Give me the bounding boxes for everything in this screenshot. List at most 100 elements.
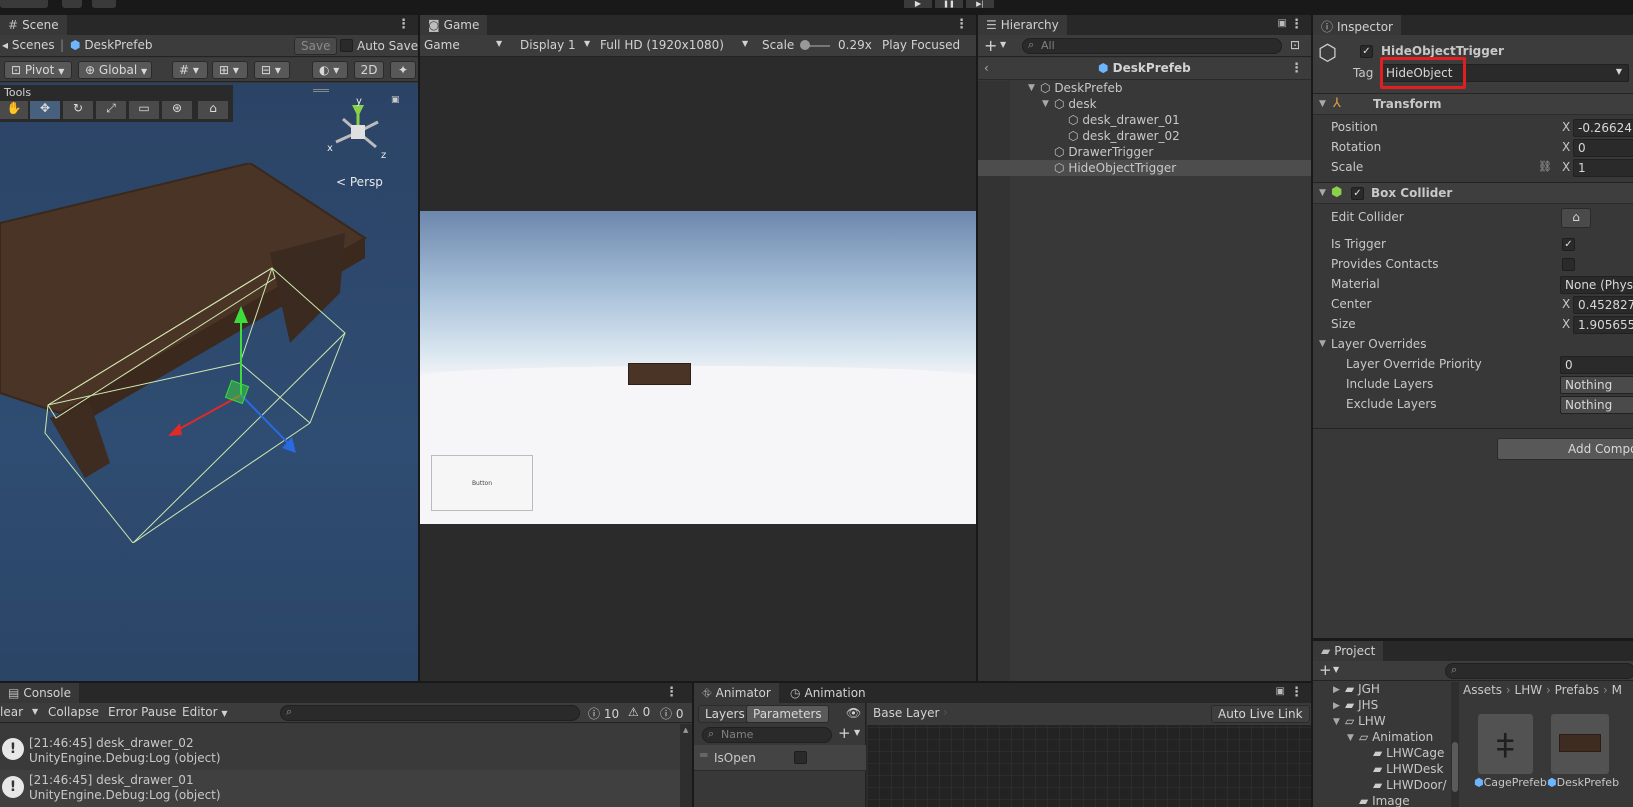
global-dropdown[interactable]: ⊕ Global ▼ bbox=[78, 61, 152, 79]
provides-contacts-checkbox[interactable] bbox=[1562, 258, 1575, 271]
scene-viewport[interactable]: Tools ✋ ✥ ↻ ⤢ ▭ ⊛ ⌂ y x z ▣ < Persp bbox=[0, 83, 418, 681]
tab-console[interactable]: ▤ Console bbox=[0, 683, 79, 703]
add-asset-button[interactable]: + bbox=[1319, 661, 1332, 679]
base-layer-breadcrumb[interactable]: Base Layer bbox=[873, 706, 940, 720]
object-active-checkbox[interactable]: ✓ bbox=[1360, 45, 1373, 58]
display-dropdown[interactable]: Display 1 bbox=[520, 38, 576, 52]
project-folder-lhwcage[interactable]: ▰ LHWCage bbox=[1313, 746, 1451, 762]
project-folder-lhwdesk[interactable]: ▰ LHWDesk bbox=[1313, 762, 1451, 778]
move-tool-button[interactable]: ✥ bbox=[30, 101, 60, 119]
box-collider-section-header[interactable]: ▼ ⬢ ✓ Box Collider bbox=[1313, 182, 1633, 204]
save-button[interactable]: Save bbox=[294, 37, 338, 55]
hierarchy-row-deskprefeb[interactable]: ▼ ⬡ DeskPrefeb bbox=[978, 80, 1311, 96]
hierarchy-row-desk[interactable]: ▼ ⬡ desk bbox=[978, 96, 1311, 112]
material-field[interactable]: None (Physic bbox=[1560, 276, 1633, 294]
project-folder-animation[interactable]: ▼ ▱ Animation bbox=[1313, 730, 1451, 746]
lock-icon[interactable]: ▣ bbox=[1278, 18, 1287, 29]
project-tree-scrollbar[interactable] bbox=[1451, 682, 1459, 807]
view-tool-button[interactable]: ✋ bbox=[0, 101, 28, 119]
cloud-button[interactable] bbox=[62, 0, 82, 8]
auto-live-link-button[interactable]: Auto Live Link bbox=[1211, 705, 1310, 723]
shading-dropdown[interactable]: ◐ ▾ bbox=[312, 61, 348, 79]
scene-menu-icon[interactable]: ⋮ bbox=[397, 17, 410, 32]
scale-slider-thumb[interactable] bbox=[800, 40, 810, 50]
desk-model[interactable] bbox=[0, 163, 418, 543]
project-folder-lhwdoor[interactable]: ▰ LHWDoor/ bbox=[1313, 778, 1451, 794]
console-scrollbar[interactable]: ▲ bbox=[680, 724, 692, 807]
add-parameter-button[interactable]: + bbox=[838, 724, 851, 742]
overlay-handle[interactable] bbox=[313, 89, 329, 92]
position-x-field[interactable]: -0.26624 bbox=[1573, 119, 1633, 137]
header-menu-icon[interactable]: ⋮ bbox=[1290, 61, 1303, 76]
size-x-field[interactable]: 1.905655 bbox=[1573, 316, 1633, 334]
add-object-button[interactable]: + bbox=[984, 36, 997, 55]
project-folder-image[interactable]: ▰ Image bbox=[1313, 794, 1451, 807]
expand-arrow-icon[interactable]: ▼ bbox=[1319, 339, 1326, 349]
play-focused-dropdown[interactable]: Play Focused bbox=[882, 38, 960, 52]
transform-tool-button[interactable]: ⊛ bbox=[162, 101, 192, 119]
log-entry[interactable]: ! [21:46:45] desk_drawer_02 UnityEngine.… bbox=[0, 734, 680, 770]
hierarchy-row-drawertrigger[interactable]: ⬡ DrawerTrigger bbox=[978, 144, 1311, 160]
increment-snap-button[interactable]: ⊞ ▾ bbox=[212, 61, 248, 79]
chevron-down-icon[interactable]: ▼ bbox=[32, 707, 38, 716]
console-search-input[interactable] bbox=[280, 705, 580, 721]
include-layers-dropdown[interactable]: Nothing bbox=[1560, 376, 1633, 394]
hierarchy-row-desk-drawer-01[interactable]: ⬡ desk_drawer_01 bbox=[978, 112, 1311, 128]
tab-project[interactable]: ▰ Project bbox=[1313, 641, 1384, 661]
tab-animator[interactable]: ⛗ Animator bbox=[694, 683, 779, 703]
tab-scene[interactable]: # Scene bbox=[0, 15, 67, 35]
game-mode-dropdown[interactable]: Game bbox=[424, 38, 460, 52]
center-x-field[interactable]: 0.452827 bbox=[1573, 296, 1633, 314]
game-menu-icon[interactable]: ⋮ bbox=[955, 17, 968, 32]
breadcrumb-lhw[interactable]: LHW bbox=[1515, 683, 1543, 697]
animator-graph[interactable]: Base Layer › Auto Live Link bbox=[867, 703, 1311, 807]
transform-section-header[interactable]: ▼ ⅄ Transform bbox=[1313, 93, 1633, 115]
exclude-layers-dropdown[interactable]: Nothing bbox=[1560, 396, 1633, 414]
is-trigger-checkbox[interactable]: ✓ bbox=[1562, 238, 1575, 251]
hierarchy-menu-icon[interactable]: ⋮ bbox=[1290, 17, 1303, 32]
project-folder-jhs[interactable]: ▶ ▰ JHS bbox=[1313, 698, 1451, 714]
error-count-toggle[interactable]: ⓘ 0 bbox=[660, 705, 683, 722]
breadcrumb-assets[interactable]: Assets bbox=[1463, 683, 1502, 697]
expand-arrow-icon[interactable]: ▼ bbox=[1042, 99, 1049, 109]
back-arrow-icon[interactable]: ‹ bbox=[984, 61, 989, 75]
project-folder-lhw[interactable]: ▼ ▱ LHW bbox=[1313, 714, 1451, 730]
asset-cageprefeb[interactable]: ⧧ ⬢CagePrefeb bbox=[1474, 714, 1547, 804]
animator-menu-icon[interactable]: ⋮ bbox=[1290, 685, 1303, 700]
hierarchy-row-hideobjecttrigger[interactable]: ⬡ HideObjectTrigger bbox=[978, 160, 1311, 176]
tab-inspector[interactable]: ⓘ Inspector bbox=[1313, 15, 1401, 35]
parameter-bool-checkbox[interactable] bbox=[794, 751, 807, 764]
editor-dropdown[interactable]: Editor ▼ bbox=[182, 705, 228, 719]
log-entry[interactable]: ! [21:46:45] desk_drawer_01 UnityEngine.… bbox=[0, 770, 680, 807]
console-menu-icon[interactable]: ⋮ bbox=[665, 685, 678, 700]
expand-arrow-icon[interactable]: ▼ bbox=[1319, 99, 1326, 109]
scale-tool-button[interactable]: ⤢ bbox=[96, 101, 126, 119]
game-view[interactable]: Button bbox=[420, 211, 976, 524]
step-icon[interactable]: ▶| bbox=[966, 0, 994, 8]
breadcrumb-m[interactable]: M bbox=[1612, 683, 1622, 697]
link-icon[interactable]: ⛓ bbox=[1538, 160, 1552, 173]
layer-override-priority-field[interactable]: 0 bbox=[1560, 356, 1633, 374]
scene-view-search-icon[interactable]: ⊡ bbox=[1290, 38, 1300, 52]
layers-tab[interactable]: Layers bbox=[698, 705, 752, 723]
project-folder-jgh[interactable]: ▶ ▰ JGH bbox=[1313, 682, 1451, 698]
expand-arrow-icon[interactable]: ▼ bbox=[1028, 83, 1035, 93]
lock-icon[interactable]: ▣ bbox=[391, 95, 400, 105]
resolution-dropdown[interactable]: Full HD (1920x1080) bbox=[600, 38, 724, 52]
rotation-x-field[interactable]: 0 bbox=[1573, 139, 1633, 157]
object-name-field[interactable]: HideObjectTrigger bbox=[1381, 44, 1504, 58]
parameters-tab[interactable]: Parameters bbox=[746, 705, 829, 723]
play-icon[interactable]: ▶ bbox=[904, 0, 932, 8]
project-search-input[interactable] bbox=[1445, 663, 1633, 679]
pause-icon[interactable]: ❚❚ bbox=[935, 0, 963, 8]
expand-arrow-icon[interactable]: ▼ bbox=[1319, 188, 1326, 198]
asset-deskprefeb[interactable]: ⬢DeskPrefeb bbox=[1547, 714, 1619, 804]
auto-save-checkbox[interactable] bbox=[340, 39, 353, 52]
gameobject-icon[interactable]: ⬡ bbox=[1318, 41, 1337, 66]
rotate-tool-button[interactable]: ↻ bbox=[63, 101, 93, 119]
eye-icon[interactable]: 👁 bbox=[846, 706, 861, 720]
tab-hierarchy[interactable]: ☰ Hierarchy bbox=[978, 15, 1067, 35]
grid-snap-button[interactable]: # ▾ bbox=[172, 61, 208, 79]
align-button[interactable]: ⊟ ▾ bbox=[254, 61, 290, 79]
hierarchy-row-desk-drawer-02[interactable]: ⬡ desk_drawer_02 bbox=[978, 128, 1311, 144]
